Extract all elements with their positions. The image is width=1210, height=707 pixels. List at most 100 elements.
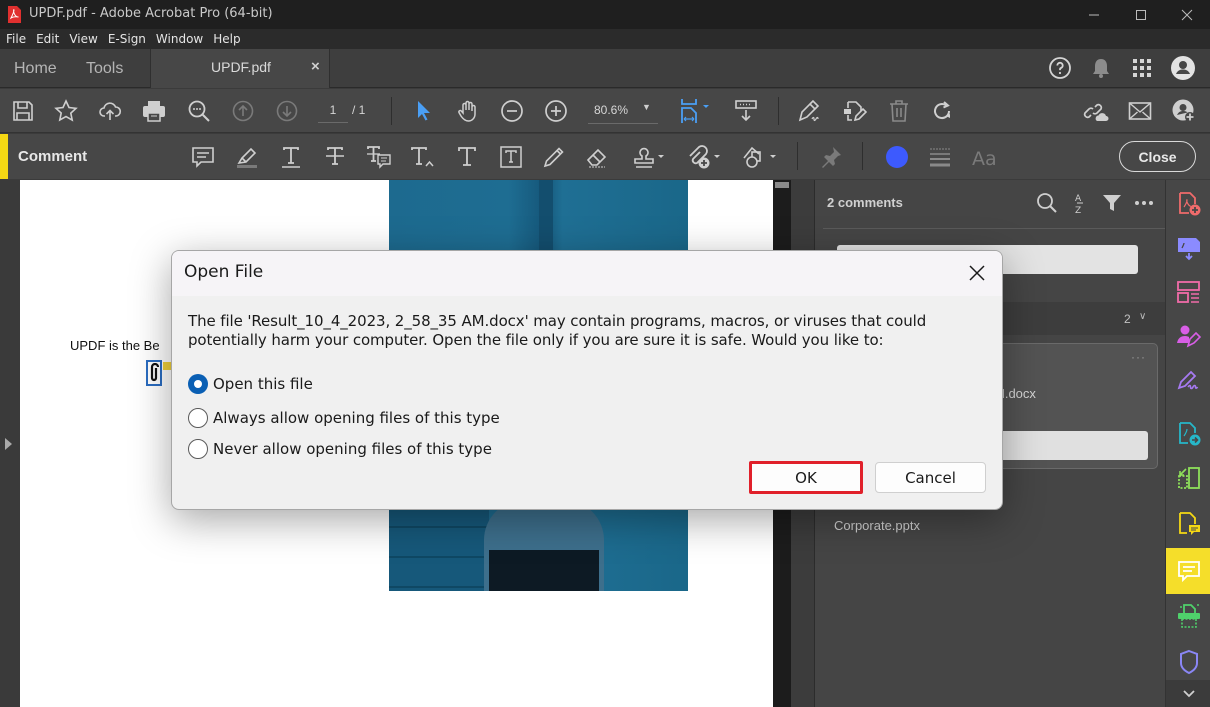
search-comments-button[interactable] [1036,192,1058,214]
menu-esign[interactable]: E-Sign [108,32,146,46]
dialog-close-button[interactable] [962,259,992,287]
combine-files-icon [1177,238,1200,261]
replace-text-tool[interactable] [366,144,392,170]
tab-home[interactable]: Home [14,49,57,88]
zoom-level-dropdown[interactable]: 80.6% ▼ [588,98,658,124]
title-bar: UPDF.pdf - Adobe Acrobat Pro (64-bit) [0,0,1210,29]
strikethrough-tool[interactable] [322,144,348,170]
email-button[interactable] [1127,98,1153,124]
fill-sign-icon [1177,370,1198,390]
pin-tool[interactable] [818,144,844,170]
menu-file[interactable]: File [6,32,26,46]
window-close-button[interactable] [1164,0,1210,29]
rail-scan-ocr[interactable] [1166,594,1210,638]
underline-tool[interactable] [278,144,304,170]
rail-protect[interactable] [1166,640,1210,684]
tab-close-button[interactable]: × [311,58,320,75]
rail-compress[interactable] [1166,456,1210,500]
shapes-tool[interactable] [742,144,778,170]
fit-page-button[interactable] [678,98,714,124]
color-picker[interactable] [884,144,910,170]
option-never-allow[interactable]: Never allow opening files of this type [188,439,492,459]
help-button[interactable] [1047,55,1073,81]
font-picker[interactable]: Aa [970,144,1000,170]
highlight-tool[interactable] [234,144,260,170]
rail-more-button[interactable] [1166,680,1210,707]
radio-unselected[interactable] [188,439,208,459]
menu-view[interactable]: View [69,32,97,46]
comment-file-item[interactable]: Corporate.pptx [834,518,920,533]
menu-edit[interactable]: Edit [36,32,59,46]
filter-button[interactable] [1101,192,1123,214]
select-tool-button[interactable] [411,98,437,124]
option-open-this-file[interactable]: Open this file [188,374,313,394]
sticky-note-tool[interactable] [190,144,216,170]
account-icon [1171,56,1195,80]
expand-left-panel-icon[interactable] [5,438,12,450]
envelope-icon [1128,102,1152,120]
option-always-allow[interactable]: Always allow opening files of this type [188,408,500,428]
apps-grid-icon [1133,59,1151,77]
rail-fill-sign[interactable] [1166,358,1210,402]
tab-tools[interactable]: Tools [86,49,123,88]
delete-button[interactable] [886,98,912,124]
menu-window[interactable]: Window [156,32,203,46]
previous-page-button[interactable] [230,98,256,124]
eraser-tool[interactable] [585,144,611,170]
toolbar-divider [778,97,779,125]
rail-comment[interactable] [1166,548,1210,594]
close-comment-button[interactable]: Close [1119,141,1196,172]
tab-document[interactable]: UPDF.pdf × [150,49,330,88]
zoom-in-button[interactable] [543,98,569,124]
maximize-icon [1136,9,1146,20]
save-button[interactable] [10,98,36,124]
radio-unselected[interactable] [188,408,208,428]
upload-button[interactable] [97,98,123,124]
scroll-mode-button[interactable] [733,98,759,124]
insert-text-tool[interactable] [410,144,436,170]
zoom-out-button[interactable] [499,98,525,124]
share-link-button[interactable] [1083,98,1109,124]
next-page-button[interactable] [274,98,300,124]
export-pdf-icon [1178,422,1200,446]
ok-button[interactable]: OK [749,461,863,494]
rotate-button[interactable] [929,98,955,124]
find-button[interactable] [186,98,212,124]
pencil-tool[interactable] [541,144,567,170]
comment-accent-bar [0,134,8,179]
rail-combine-files[interactable] [1166,226,1210,270]
hand-tool-button[interactable] [455,98,481,124]
line-weight-picker[interactable] [927,144,953,170]
rail-create-pdf[interactable] [1166,182,1210,226]
stamp-tool[interactable] [632,144,666,170]
sort-button[interactable]: AZ [1069,192,1091,214]
radio-selected[interactable] [188,374,208,394]
page-text: UPDF is the Be [70,338,160,353]
print-button[interactable] [141,98,167,124]
apps-button[interactable] [1129,55,1155,81]
reply-input[interactable] [994,431,1148,460]
add-people-button[interactable] [1171,98,1197,124]
sticky-note-icon [192,147,214,168]
bookmark-button[interactable] [53,98,79,124]
attach-file-tool[interactable] [686,144,722,170]
rail-comment-file[interactable] [1166,502,1210,546]
text-box-tool[interactable] [498,144,524,170]
rail-organize-pages[interactable] [1166,270,1210,314]
rail-export-pdf[interactable] [1166,412,1210,456]
menu-help[interactable]: Help [213,32,240,46]
file-attachment-annotation[interactable] [146,360,162,386]
minimize-button[interactable] [1071,0,1117,29]
cancel-button[interactable]: Cancel [875,462,986,493]
more-options-button[interactable] [1133,192,1155,214]
account-button[interactable] [1170,55,1196,81]
maximize-button[interactable] [1118,0,1164,29]
notifications-button[interactable] [1088,55,1114,81]
fill-sign-button[interactable] [797,98,823,124]
edit-pdf-button[interactable] [841,98,867,124]
card-more-icon[interactable]: ··· [1131,350,1146,364]
scrollbar-thumb[interactable] [775,182,789,188]
rail-request-signatures[interactable] [1166,314,1210,358]
page-number-input[interactable]: 1 [318,99,348,123]
add-text-tool[interactable] [454,144,480,170]
